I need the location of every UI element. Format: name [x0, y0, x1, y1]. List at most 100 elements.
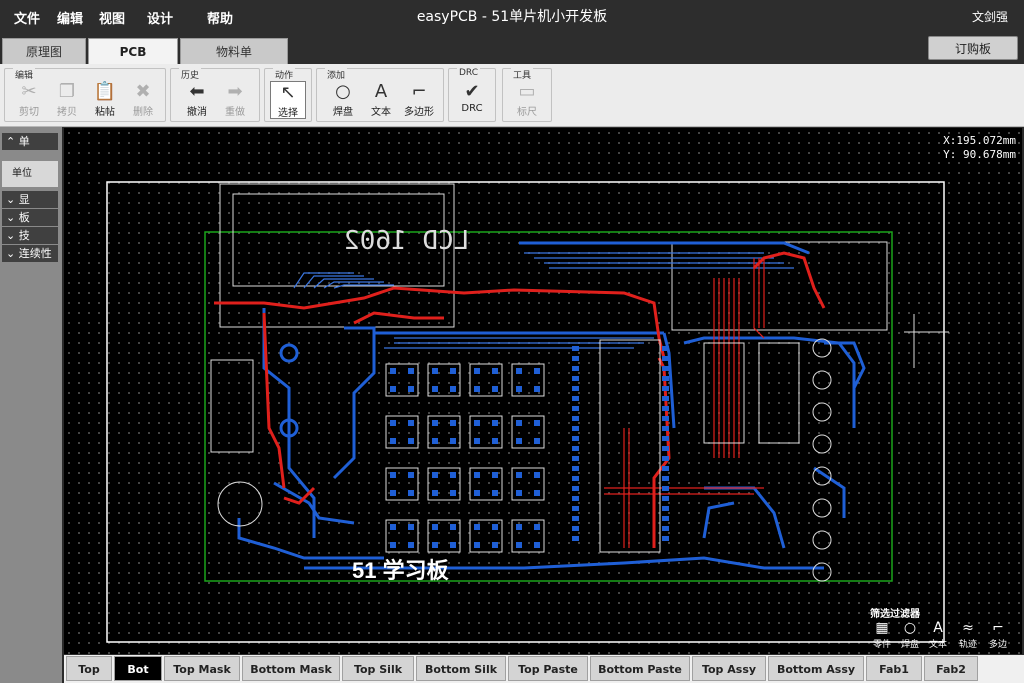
copy-button[interactable]: ❐ 拷贝	[49, 81, 85, 119]
filter-polygons[interactable]: ⌐ 多边	[984, 619, 1012, 650]
section-display[interactable]: ⌄ 显	[2, 191, 58, 208]
redo-button[interactable]: ➡ 重做	[217, 81, 253, 119]
selection-filter: 筛选过滤器 ▦ 零件 ○ 焊盘 A 文本 ≈ 轨迹 ⌐ 多边	[866, 605, 1024, 653]
paste-button[interactable]: 📋 粘帖	[87, 81, 123, 119]
section-label: 连续性	[18, 247, 52, 260]
layer-tab-bottom-paste[interactable]: Bottom Paste	[590, 656, 690, 681]
filter-tracks[interactable]: ≈ 轨迹	[954, 619, 982, 650]
pad-icon: ○	[335, 81, 351, 102]
chip-u7-outline	[758, 342, 800, 444]
power-jack-outline	[210, 359, 254, 453]
left-panel: ⌃ 单 单位 ⌄ 显 ⌄ 板 ⌄ 技 ⌄ 连续性	[0, 127, 62, 683]
chip-u1-outline	[599, 339, 661, 553]
coordinate-readout: X:195.072mm Y: 90.678mm	[943, 134, 1016, 162]
toolbar-group-action: 动作 ↖ 选择	[264, 68, 312, 122]
layer-tab-fab2[interactable]: Fab2	[924, 656, 978, 681]
arrow-left-icon: ⬅	[189, 81, 205, 102]
pad-icon: ○	[903, 620, 917, 636]
tab-bar: 原理图 PCB 物料单 订购板	[0, 34, 1024, 64]
section-tech[interactable]: ⌄ 技	[2, 227, 58, 244]
top-thin-traces	[604, 258, 765, 548]
polygon-icon: ⌐	[411, 81, 427, 102]
layer-tab-bottom-mask[interactable]: Bottom Mask	[242, 656, 340, 681]
filter-title: 筛选过滤器	[870, 609, 920, 620]
button-label: 标尺	[517, 107, 537, 118]
drc-button[interactable]: ✔ DRC	[454, 81, 490, 119]
tab-pcb[interactable]: PCB	[88, 38, 178, 64]
switch-grid	[385, 363, 545, 553]
filter-text[interactable]: A 文本	[924, 619, 952, 650]
user-name[interactable]: 文剑强	[972, 8, 1008, 25]
delete-button[interactable]: ✖ 删除	[125, 81, 161, 119]
copy-icon: ❐	[58, 81, 76, 102]
text-icon: A	[374, 81, 388, 102]
add-polygon-button[interactable]: ⌐ 多边形	[401, 81, 437, 119]
cursor-icon: ↖	[280, 82, 296, 103]
unit-selector[interactable]: 单位	[2, 161, 58, 187]
add-pad-button[interactable]: ○ 焊盘	[325, 81, 361, 119]
filter-parts[interactable]: ▦ 零件	[868, 619, 896, 650]
paste-icon: 📋	[93, 81, 117, 102]
toolbar-group-drc: DRC ✔ DRC	[448, 68, 496, 122]
section-label: 技	[18, 229, 30, 242]
layer-tab-top-assy[interactable]: Top Assy	[692, 656, 766, 681]
button-label: 撤消	[187, 107, 207, 118]
toolbar-group-tools: 工具 ▭ 标尺	[502, 68, 552, 122]
filter-label: 零件	[872, 640, 891, 650]
section-single[interactable]: ⌃ 单	[2, 133, 58, 150]
toolbar-group-add: 添加 ○ 焊盘 A 文本 ⌐ 多边形	[316, 68, 444, 122]
select-button[interactable]: ↖ 选择	[270, 81, 306, 119]
layer-tab-top[interactable]: Top	[66, 656, 112, 681]
layer-tab-fab1[interactable]: Fab1	[866, 656, 922, 681]
toolbar: 编辑 ✂ 剪切 ❐ 拷贝 📋 粘帖 ✖ 删除 历史 ⬅ 撤消 ➡ 重做 动作 ↖ 选择 添加 …	[0, 64, 1024, 127]
button-label: 重做	[225, 107, 245, 118]
unit-label: 单位	[12, 168, 32, 179]
crosshair	[904, 314, 949, 368]
tab-bom[interactable]: 物料单	[180, 38, 288, 64]
filter-label: 多边	[988, 640, 1007, 650]
group-title: 编辑	[13, 68, 36, 81]
layer-tab-bot[interactable]: Bot	[114, 656, 162, 681]
button-label: 焊盘	[333, 107, 353, 118]
ruler-icon: ▭	[518, 81, 536, 102]
button-label: 删除	[133, 107, 153, 118]
filter-label: 文本	[928, 640, 947, 650]
button-label: 文本	[371, 107, 391, 118]
text-icon: A	[933, 620, 943, 636]
section-label: 显	[18, 193, 30, 206]
filter-pads[interactable]: ○ 焊盘	[896, 619, 924, 650]
section-board[interactable]: ⌄ 板	[2, 209, 58, 226]
tab-schematic[interactable]: 原理图	[2, 38, 86, 64]
order-board-button[interactable]: 订购板	[928, 36, 1018, 60]
lcd-silk-text: LCD 1602	[344, 226, 469, 256]
polygon-icon: ⌐	[992, 620, 1004, 636]
layer-tab-top-mask[interactable]: Top Mask	[164, 656, 240, 681]
pcb-canvas[interactable]: LCD 1602 51 学习板 X:195.072mm Y: 90.678mm	[64, 128, 1022, 654]
delete-icon: ✖	[135, 81, 151, 102]
section-continuity[interactable]: ⌄ 连续性	[2, 245, 58, 262]
layer-tab-bar: Top Bot Top Mask Bottom Mask Top Silk Bo…	[64, 655, 1024, 683]
cut-button[interactable]: ✂ 剪切	[11, 81, 47, 119]
arrow-right-icon: ➡	[227, 81, 243, 102]
button-label: DRC	[461, 103, 483, 114]
add-text-button[interactable]: A 文本	[363, 81, 399, 119]
toolbar-group-edit: 编辑 ✂ 剪切 ❐ 拷贝 📋 粘帖 ✖ 删除	[4, 68, 166, 122]
layer-tab-bottom-assy[interactable]: Bottom Assy	[768, 656, 864, 681]
led-column	[812, 338, 832, 582]
coord-y: Y: 90.678mm	[943, 148, 1016, 161]
undo-button[interactable]: ⬅ 撤消	[179, 81, 215, 119]
track-icon: ≈	[962, 620, 974, 636]
layer-tab-top-paste[interactable]: Top Paste	[508, 656, 588, 681]
section-label: 板	[18, 211, 30, 224]
group-title: 历史	[179, 68, 202, 81]
button-label: 多边形	[404, 107, 434, 118]
coord-x: X:195.072mm	[943, 134, 1016, 147]
layer-tab-bottom-silk[interactable]: Bottom Silk	[416, 656, 506, 681]
toolbar-group-history: 历史 ⬅ 撤消 ➡ 重做	[170, 68, 260, 122]
board-outline-green	[204, 231, 893, 582]
layer-tab-top-silk[interactable]: Top Silk	[342, 656, 414, 681]
ruler-button[interactable]: ▭ 标尺	[509, 81, 545, 119]
checkmark-icon: ✔	[464, 81, 480, 102]
button-label: 选择	[278, 108, 298, 119]
app-title: easyPCB - 51单片机小开发板	[416, 9, 608, 25]
